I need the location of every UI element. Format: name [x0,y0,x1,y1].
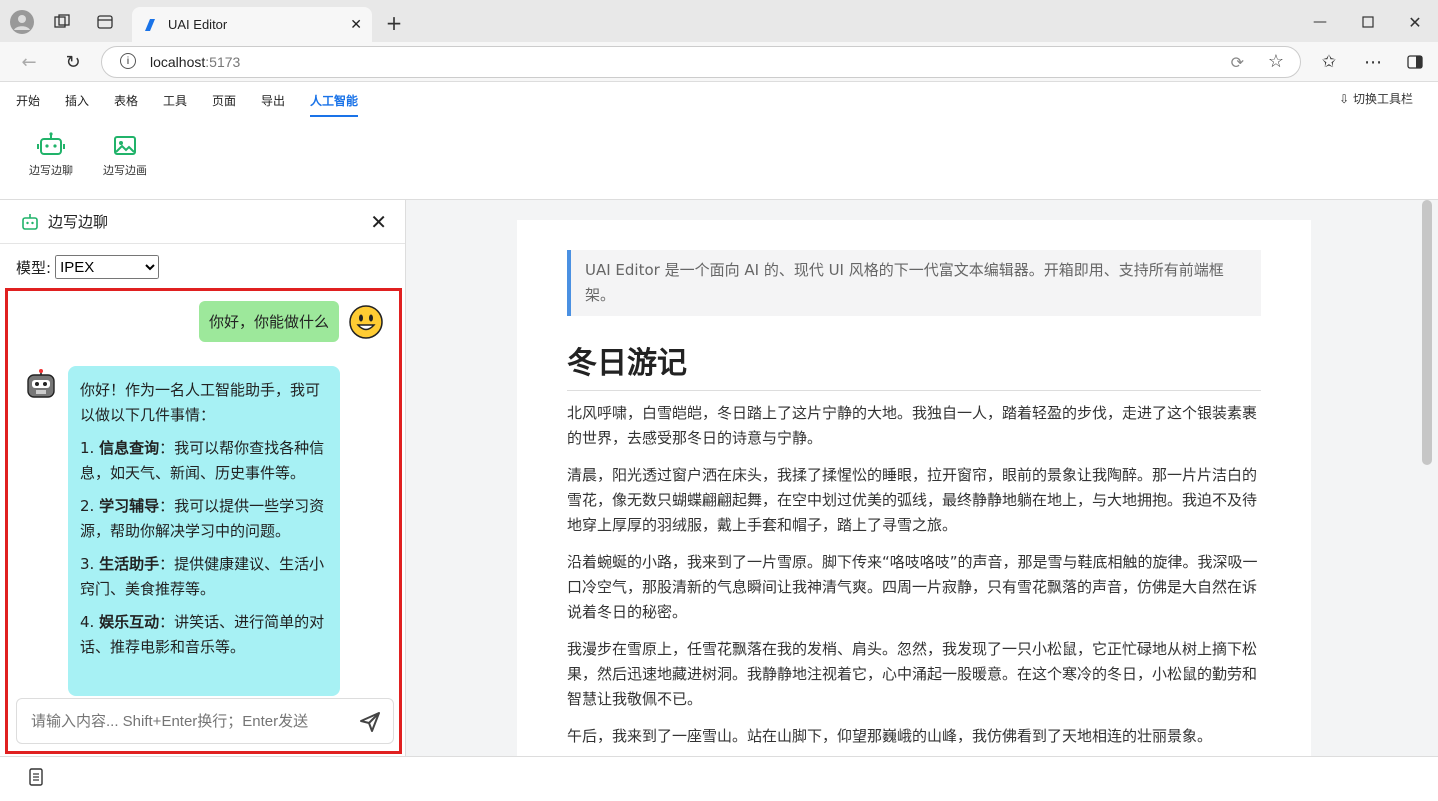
sidebar-toggle-icon[interactable] [1404,51,1426,73]
chat-input[interactable] [29,711,349,731]
document-page[interactable]: UAI Editor 是一个面向 AI 的、现代 UI 风格的下一代富文本编辑器… [517,220,1311,760]
intro-quote: UAI Editor 是一个面向 AI 的、现代 UI 风格的下一代富文本编辑器… [567,250,1261,316]
paragraph: 北风呼啸，白雪皑皑，冬日踏上了这片宁静的大地。我独自一人，踏着轻盈的步伐，走进了… [567,404,1258,447]
chat-panel-title: 边写边聊 [48,213,109,231]
menu-tools[interactable]: 工具 [163,92,187,109]
window-close-icon[interactable]: ✕ [1405,12,1425,32]
site-info-icon[interactable]: i [120,53,136,69]
menu-export[interactable]: 导出 [261,92,285,109]
url-input[interactable]: i localhost:5173 ⟳ ☆ [101,46,1301,78]
menu-insert[interactable]: 插入 [65,92,89,109]
chat-input-box [16,698,394,744]
chat-panel: 边写边聊 ✕ 模型: IPEX 你好，你能做什么 你好！作为一名人工智能助手，我… [0,200,406,756]
document-outline-icon[interactable] [28,768,44,790]
new-tab-icon[interactable]: + [383,11,405,35]
bot-list-item: 2. 学习辅导：我可以提供一些学习资源，帮助你解决学习中的问题。 [80,497,325,540]
browser-tab-bar: UAI Editor ✕ + — ✕ [0,0,1438,42]
model-select[interactable]: IPEX [55,255,160,279]
browser-tab[interactable]: UAI Editor ✕ [132,7,372,42]
url-host: localhost [150,54,206,70]
favorites-icon[interactable]: ✩ [1318,51,1340,73]
send-icon[interactable] [359,711,381,737]
bot-list-item: 4. 娱乐互动：讲笑话、进行简单的对话、推荐电影和音乐等。 [80,613,325,656]
switch-toolbar-button[interactable]: ⇩ 切换工具栏 [1339,90,1413,107]
app-logo-icon [145,18,155,31]
draw-while-writing-button[interactable]: 边写边画 [103,132,147,178]
user-message-bubble: 你好，你能做什么 [198,301,339,342]
chat-panel-header: 边写边聊 ✕ [0,200,405,244]
model-row: 模型: IPEX [16,255,160,279]
more-menu-icon[interactable]: ⋯ [1362,51,1384,73]
profile-avatar-icon[interactable] [10,10,34,34]
draw-while-writing-label: 边写边画 [103,164,147,177]
menu-ai[interactable]: 人工智能 [310,92,359,117]
paragraph: 清晨，阳光透过窗户洒在床头，我揉了揉惺忪的睡眼，拉开窗帘，眼前的景象让我陶醉。那… [567,466,1258,534]
address-bar: ← ↻ i localhost:5173 ⟳ ☆ ✩ ⋯ [0,42,1438,82]
bot-intro-text: 你好！作为一名人工智能助手，我可以做以下几件事情： [80,381,321,424]
minimize-icon[interactable]: — [1310,12,1330,32]
close-icon[interactable]: ✕ [370,210,387,234]
menu-page[interactable]: 页面 [212,92,236,109]
chat-while-writing-button[interactable]: 边写边聊 [29,132,73,178]
smiley-avatar-icon [349,305,383,339]
editor-scrollbar[interactable] [1422,200,1432,465]
menu-start[interactable]: 开始 [16,92,40,109]
workspaces-icon[interactable] [52,12,72,32]
tab-actions-icon[interactable] [95,12,115,32]
bot-list-item: 1. 信息查询：我可以帮你查找各种信息，如天气、新闻、历史事件等。 [80,439,325,482]
document-heading: 冬日游记 [567,338,1261,391]
favorite-star-icon[interactable]: ☆ [1268,51,1284,72]
chat-while-writing-label: 边写边聊 [29,164,73,177]
paragraph: 我漫步在雪原上，任雪花飘落在我的发梢、肩头。忽然，我发现了一只小松鼠，它正忙碌地… [567,640,1258,708]
url-port: :5173 [205,54,241,70]
robot-avatar-icon [24,369,58,403]
model-label: 模型: [16,258,52,277]
editor-canvas: UAI Editor 是一个面向 AI 的、现代 UI 风格的下一代富文本编辑器… [406,200,1438,760]
app-menubar: 开始 插入 表格 工具 页面 导出 人工智能 [0,82,1438,118]
robot-icon [37,132,65,155]
chat-messages-area: 你好，你能做什么 你好！作为一名人工智能助手，我可以做以下几件事情： 1. 信息… [5,288,402,754]
bot-message-bubble: 你好！作为一名人工智能助手，我可以做以下几件事情： 1. 信息查询：我可以帮你查… [68,366,340,696]
bot-list-item: 3. 生活助手：提供健康建议、生活小窍门、美食推荐等。 [80,555,325,598]
close-tab-icon[interactable]: ✕ [350,17,362,33]
back-icon[interactable]: ← [18,51,40,73]
menu-table[interactable]: 表格 [114,92,138,109]
ai-ribbon: 边写边聊 边写边画 [0,118,1438,200]
refresh-translate-icon[interactable]: ⟳ [1231,53,1244,73]
switch-toolbar-label: 切换工具栏 [1352,92,1413,106]
paragraph: 沿着蜿蜒的小路，我来到了一片雪原。脚下传来“咯吱咯吱”的声音，那是雪与鞋底相触的… [567,553,1258,621]
status-bar [0,756,1438,801]
paragraph: 午后，我来到了一座雪山。站在山脚下，仰望那巍峨的山峰，我仿佛看到了天地相连的壮丽… [567,727,1213,745]
image-icon [114,136,136,155]
maximize-icon[interactable] [1358,12,1378,32]
reload-icon[interactable]: ↻ [62,51,84,73]
robot-icon [22,213,38,230]
tab-title: UAI Editor [168,17,228,32]
switch-toolbar-icon: ⇩ [1339,92,1350,106]
